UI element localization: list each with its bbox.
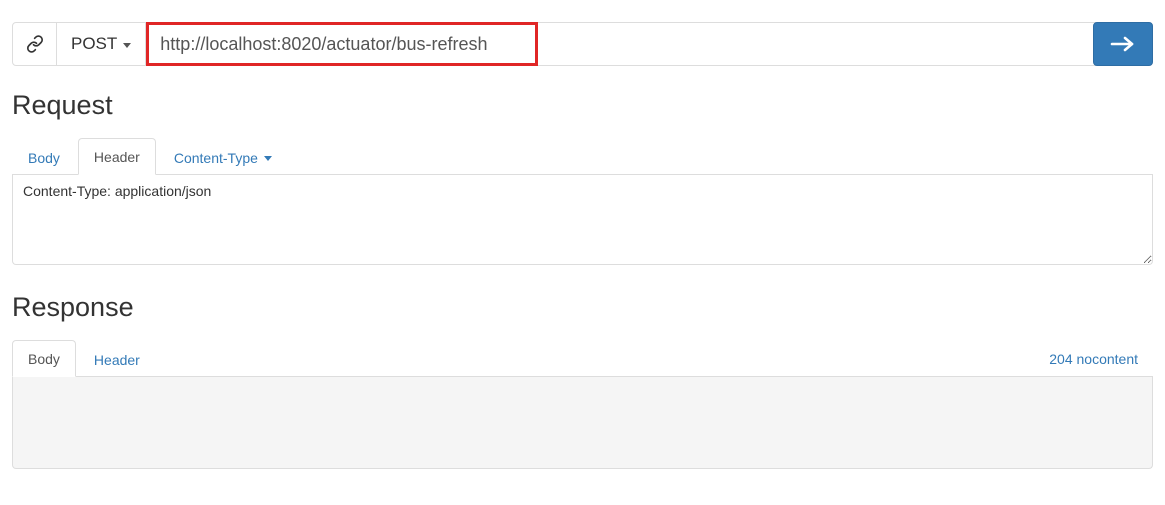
request-tab-body[interactable]: Body	[12, 139, 76, 175]
url-input-container	[146, 23, 1093, 65]
request-header-textarea[interactable]	[12, 175, 1153, 265]
request-tabs: Body Header Content-Type	[12, 137, 1153, 175]
request-tab-content-type[interactable]: Content-Type	[158, 139, 288, 175]
url-input[interactable]	[146, 23, 1093, 65]
arrow-right-icon	[1110, 36, 1136, 52]
request-url-bar: POST	[12, 22, 1153, 66]
request-tab-content-type-label: Content-Type	[174, 150, 258, 166]
link-icon	[26, 35, 44, 53]
response-tab-header[interactable]: Header	[78, 341, 156, 377]
send-request-button[interactable]	[1093, 22, 1153, 66]
response-section-title: Response	[12, 292, 1153, 323]
insert-link-button[interactable]	[13, 23, 57, 65]
http-method-select[interactable]: POST	[57, 23, 146, 65]
request-tab-header[interactable]: Header	[78, 138, 156, 175]
response-status-text: 204 nocontent	[1034, 341, 1153, 376]
caret-down-icon	[264, 156, 272, 161]
response-body-box	[12, 377, 1153, 469]
caret-down-icon	[123, 43, 131, 48]
response-tab-body[interactable]: Body	[12, 340, 76, 377]
http-method-label: POST	[71, 34, 117, 54]
request-section-title: Request	[12, 90, 1153, 121]
response-tabs: Body Header 204 nocontent	[12, 339, 1153, 377]
